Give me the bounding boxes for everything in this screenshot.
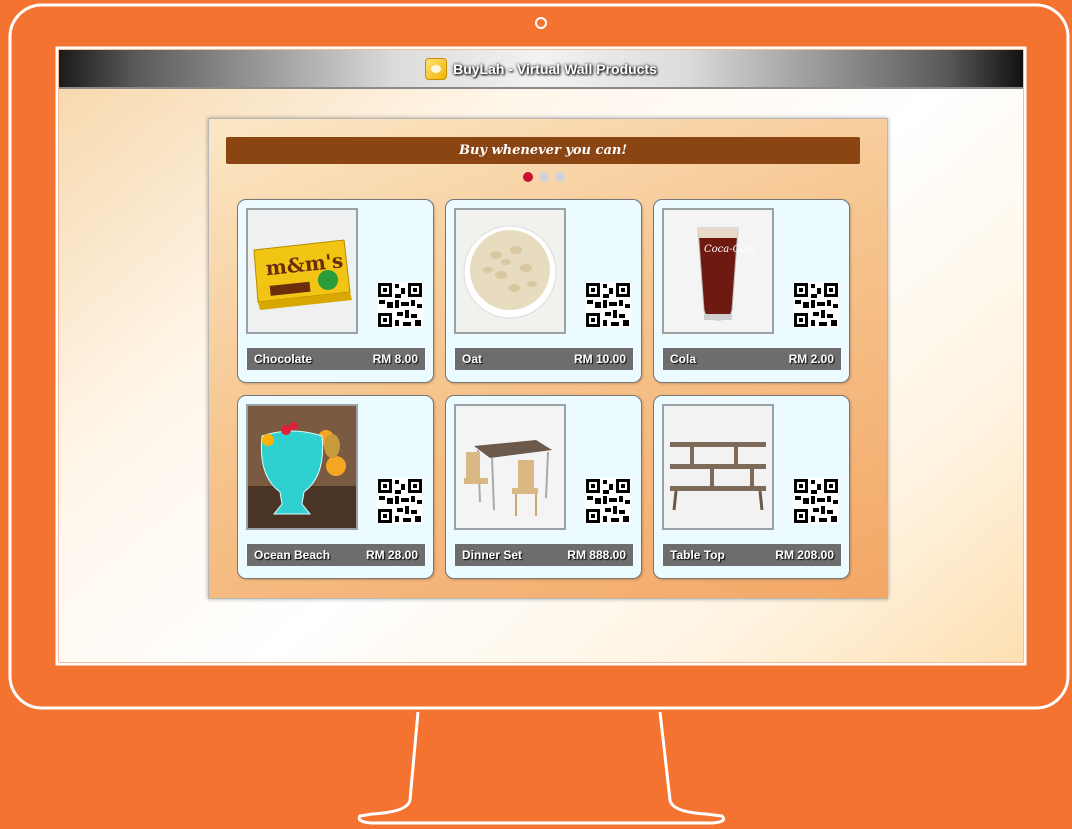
product-price: RM 10.00	[573, 352, 626, 366]
product-price: RM 888.00	[567, 548, 626, 562]
product-wall-panel: Buy whenever you can! m&m's Chocolate RM…	[208, 118, 888, 599]
camera-icon	[535, 17, 547, 29]
carousel-dot-1[interactable]	[523, 172, 533, 182]
qr-code-icon[interactable]	[793, 478, 839, 524]
product-price: RM 28.00	[365, 548, 418, 562]
product-caption: Ocean Beach RM 28.00	[247, 544, 425, 566]
title-bar: BuyLah - Virtual Wall Products	[59, 50, 1023, 89]
qr-code-icon[interactable]	[585, 282, 631, 328]
product-name: Cola	[670, 352, 697, 366]
carousel-dot-2[interactable]	[539, 172, 549, 182]
product-caption: Chocolate RM 8.00	[247, 348, 425, 370]
product-caption: Dinner Set RM 888.00	[455, 544, 633, 566]
window-title: BuyLah - Virtual Wall Products	[453, 60, 657, 77]
svg-text:Coca-Cola: Coca-Cola	[704, 244, 755, 255]
product-name: Ocean Beach	[254, 548, 331, 562]
wooden-shelf-image	[662, 404, 774, 530]
banner-text: Buy whenever you can!	[458, 143, 628, 158]
product-price: RM 8.00	[372, 352, 418, 366]
product-card[interactable]: Oat RM 10.00	[445, 199, 642, 383]
carousel-indicator	[523, 172, 565, 182]
product-card[interactable]: Ocean Beach RM 28.00	[237, 395, 434, 579]
product-name: Dinner Set	[462, 548, 523, 562]
product-card[interactable]: Dinner Set RM 888.00	[445, 395, 642, 579]
qr-code-icon[interactable]	[793, 282, 839, 328]
product-caption: Table Top RM 208.00	[663, 544, 841, 566]
oat-bowl-image	[454, 208, 566, 334]
cola-glass-image: Coca-Cola	[662, 208, 774, 334]
qr-code-icon[interactable]	[585, 478, 631, 524]
blue-cocktail-image	[246, 404, 358, 530]
app-logo-icon	[425, 57, 448, 80]
product-caption: Cola RM 2.00	[663, 348, 841, 370]
product-price: RM 2.00	[788, 352, 834, 366]
product-card[interactable]: m&m's Chocolate RM 8.00	[237, 199, 434, 383]
product-name: Oat	[462, 352, 483, 366]
product-caption: Oat RM 10.00	[455, 348, 633, 370]
dining-table-set-image	[454, 404, 566, 530]
carousel-dot-3[interactable]	[555, 172, 565, 182]
monitor-stand	[357, 711, 726, 825]
product-name: Chocolate	[254, 352, 313, 366]
promo-banner: Buy whenever you can!	[226, 137, 860, 164]
mm-chocolate-box-image: m&m's	[246, 208, 358, 334]
app-screen: BuyLah - Virtual Wall Products Buy whene…	[59, 50, 1023, 662]
product-card[interactable]: Coca-Cola Cola RM 2.00	[653, 199, 850, 383]
product-name: Table Top	[670, 548, 725, 562]
product-card[interactable]: Table Top RM 208.00	[653, 395, 850, 579]
qr-code-icon[interactable]	[377, 282, 423, 328]
product-price: RM 208.00	[775, 548, 834, 562]
qr-code-icon[interactable]	[377, 478, 423, 524]
